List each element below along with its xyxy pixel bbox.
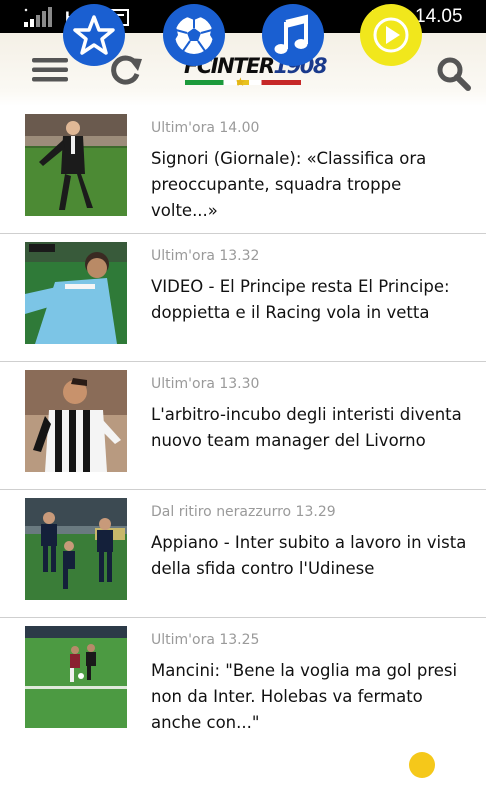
play-icon: [373, 17, 409, 53]
news-list: Ultim'ora 14.00 Signori (Giornale): «Cla…: [0, 106, 486, 746]
favorites-button[interactable]: [63, 4, 125, 66]
news-title: L'arbitro-incubo degli interisti diventa…: [151, 405, 462, 450]
news-title: Signori (Giornale): «Classifica ora preo…: [151, 149, 427, 220]
news-thumbnail: [25, 242, 127, 344]
news-meta: Ultim'ora 14.00: [151, 120, 260, 136]
news-meta: Ultim'ora 13.32: [151, 248, 260, 264]
soccer-ball-icon: [175, 16, 213, 54]
news-thumbnail: [25, 498, 127, 600]
music-note-icon: [274, 14, 308, 54]
star-icon: [73, 15, 115, 55]
clock: 14.05: [415, 6, 463, 27]
news-title: VIDEO - El Principe resta El Principe: d…: [151, 277, 450, 322]
music-button[interactable]: [262, 4, 324, 66]
news-item[interactable]: Ultim'ora 13.25 Mancini: "Bene la voglia…: [0, 618, 486, 746]
notification-dot: [409, 752, 435, 778]
news-item[interactable]: Dal ritiro nerazzurro 13.29 Appiano - In…: [0, 490, 486, 618]
news-title: Mancini: "Bene la voglia ma gol presi no…: [151, 661, 458, 732]
news-title: Appiano - Inter subito a lavoro in vista…: [151, 533, 467, 578]
news-thumbnail: [25, 626, 127, 728]
play-button[interactable]: [360, 4, 422, 66]
news-meta: Dal ritiro nerazzurro 13.29: [151, 504, 336, 520]
news-meta: Ultim'ora 13.25: [151, 632, 260, 648]
news-meta: Ultim'ora 13.30: [151, 376, 260, 392]
sport-button[interactable]: [163, 4, 225, 66]
news-thumbnail: [25, 370, 127, 472]
news-item[interactable]: Ultim'ora 14.00 Signori (Giornale): «Cla…: [0, 106, 486, 234]
signal-icon: [24, 7, 52, 27]
news-item[interactable]: Ultim'ora 13.32 VIDEO - El Principe rest…: [0, 234, 486, 362]
news-thumbnail: [25, 114, 127, 216]
search-icon[interactable]: [437, 57, 471, 91]
logo-star-icon: ★: [235, 75, 246, 89]
news-item[interactable]: Ultim'ora 13.30 L'arbitro-incubo degli i…: [0, 362, 486, 490]
